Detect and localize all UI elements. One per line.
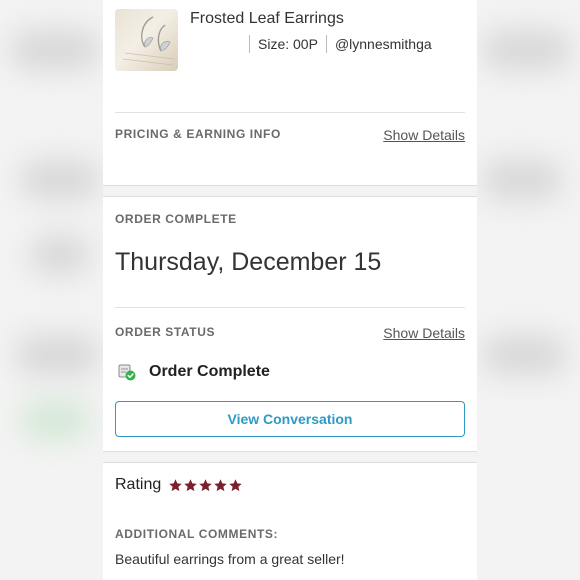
star-icon xyxy=(199,478,212,491)
pricing-show-details-link[interactable]: Show Details xyxy=(383,127,465,143)
section-gap xyxy=(103,451,477,463)
order-complete-date: Thursday, December 15 xyxy=(115,248,382,276)
product-title[interactable]: Frosted Leaf Earrings xyxy=(190,10,344,28)
view-conversation-button[interactable]: View Conversation xyxy=(115,401,465,437)
order-status-text: Order Complete xyxy=(149,363,270,380)
package-check-icon xyxy=(118,364,136,381)
rating-row: Rating xyxy=(115,476,243,494)
additional-comments-heading: ADDITIONAL COMMENTS: xyxy=(115,527,279,541)
order-status-show-details-link[interactable]: Show Details xyxy=(383,325,465,341)
order-status-row: Order Complete xyxy=(117,362,270,382)
order-complete-heading: ORDER COMPLETE xyxy=(115,212,237,226)
divider xyxy=(115,307,465,308)
additional-comments-text: Beautiful earrings from a great seller! xyxy=(115,551,345,567)
star-icon xyxy=(184,478,197,491)
divider xyxy=(115,112,465,113)
order-detail-panel: Frosted Leaf Earrings Size: 00P @lynnesm… xyxy=(103,0,477,580)
blurred-right-margin xyxy=(477,0,580,580)
earrings-photo xyxy=(122,16,176,66)
seller-username[interactable]: @lynnesmithga xyxy=(327,36,432,52)
rating-label: Rating xyxy=(115,476,162,493)
star-icon xyxy=(229,478,242,491)
order-status-heading: ORDER STATUS xyxy=(115,325,216,339)
product-size: Size: 00P xyxy=(258,36,318,52)
blurred-left-margin xyxy=(0,0,103,580)
star-icon xyxy=(214,478,227,491)
earrings-thumbnail[interactable] xyxy=(115,9,178,71)
star-icon xyxy=(169,478,182,491)
pricing-heading: PRICING & EARNING INFO xyxy=(115,127,281,141)
section-gap xyxy=(103,185,477,197)
product-meta: Size: 00P @lynnesmithga xyxy=(249,35,432,53)
